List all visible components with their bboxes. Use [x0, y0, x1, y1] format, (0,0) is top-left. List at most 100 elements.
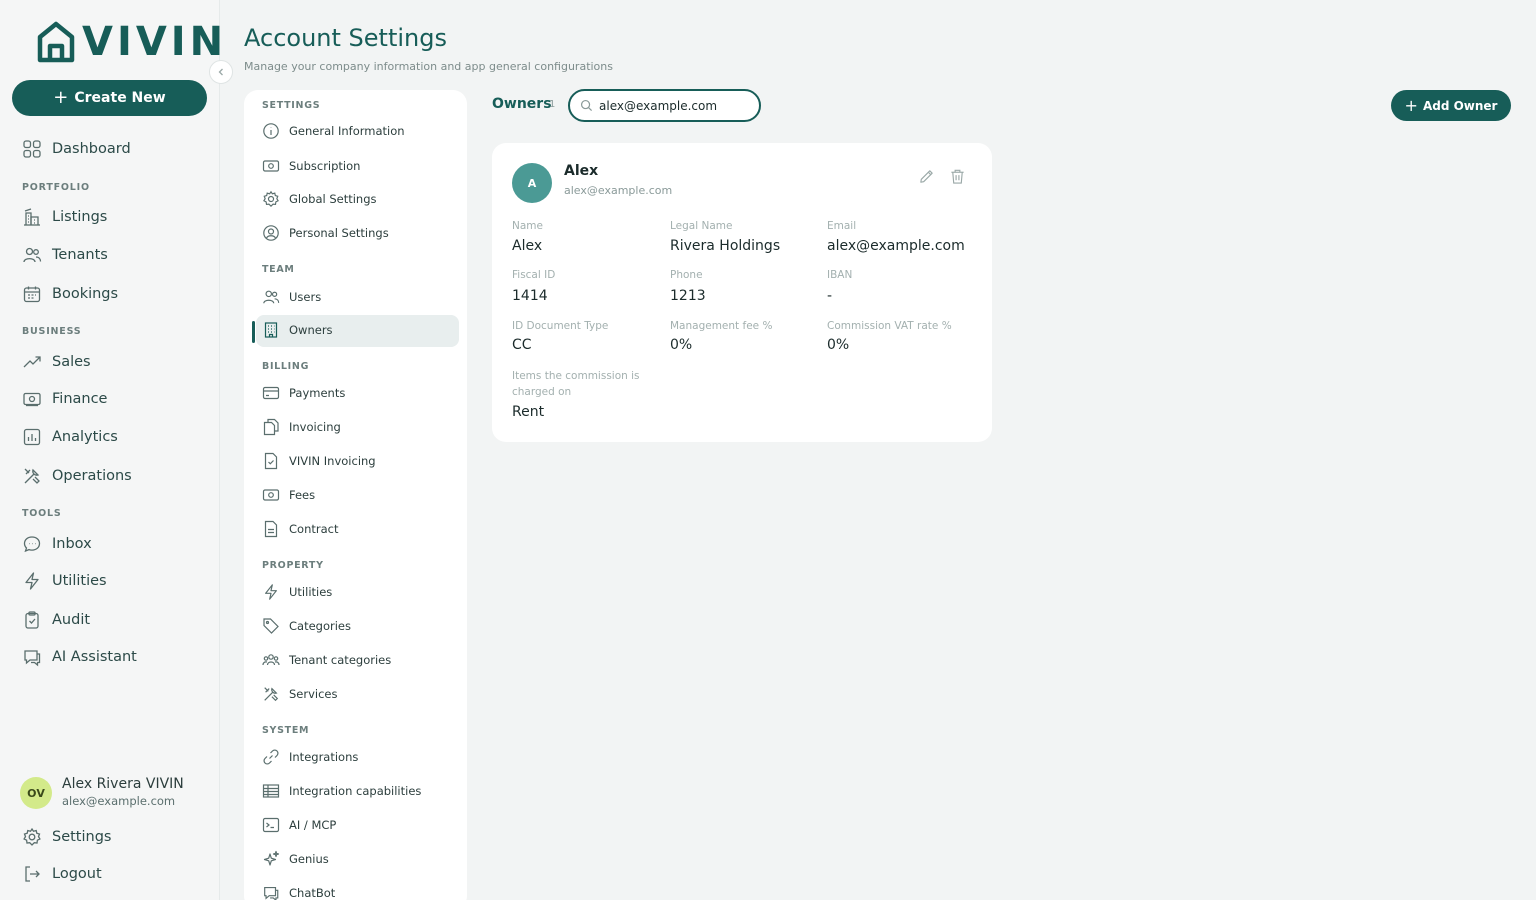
- sidebar-item-utilities[interactable]: Utilities: [22, 567, 107, 595]
- logo-text: VIVIN: [82, 19, 228, 65]
- section-business: BUSINESS: [22, 326, 82, 337]
- settings-item-subscription[interactable]: Subscription: [262, 154, 360, 178]
- settings-item-chatbot[interactable]: ChatBot: [262, 881, 335, 900]
- settings-item-label: Invoicing: [289, 420, 341, 434]
- settings-nav-panel: SETTINGS General Information Subscriptio…: [244, 90, 467, 900]
- settings-item-payments[interactable]: Payments: [262, 381, 345, 405]
- add-owner-label: Add Owner: [1422, 98, 1498, 113]
- documents-icon: [263, 418, 279, 436]
- sidebar-item-label: Listings: [52, 209, 108, 225]
- settings-item-label: Contract: [289, 522, 339, 536]
- trash-icon[interactable]: [949, 168, 966, 185]
- field-value-commission-vat: 0%: [827, 337, 850, 353]
- sidebar-item-label: Sales: [52, 354, 91, 370]
- info-icon: [263, 123, 279, 139]
- owner-name: Alex: [564, 163, 599, 179]
- owner-search[interactable]: [568, 89, 761, 122]
- sidebar-item-logout[interactable]: Logout: [22, 860, 102, 888]
- settings-item-categories[interactable]: Categories: [262, 614, 351, 638]
- sidebar-item-label: Operations: [52, 468, 132, 484]
- settings-item-contract[interactable]: Contract: [262, 517, 338, 541]
- users-icon: [263, 290, 280, 304]
- sidebar-item-operations[interactable]: Operations: [22, 462, 132, 490]
- sidebar-item-tenants[interactable]: Tenants: [22, 241, 108, 269]
- create-new-button[interactable]: + Create New: [12, 80, 207, 116]
- settings-item-label: Tenant categories: [289, 653, 392, 667]
- add-owner-button[interactable]: + Add Owner: [1391, 90, 1511, 121]
- settings-item-integrations[interactable]: Integrations: [262, 745, 358, 769]
- settings-item-label: Integrations: [289, 750, 359, 764]
- sidebar-item-audit[interactable]: Audit: [22, 606, 90, 634]
- settings-item-fees[interactable]: Fees: [262, 483, 315, 507]
- settings-item-label: Utilities: [289, 585, 333, 599]
- sidebar-item-settings[interactable]: Settings: [22, 823, 111, 851]
- gear-icon: [23, 827, 41, 846]
- settings-item-personal-settings[interactable]: Personal Settings: [262, 221, 389, 245]
- user-email: alex@example.com: [62, 794, 176, 808]
- document-icon: [264, 520, 278, 538]
- settings-item-label: Categories: [289, 619, 351, 633]
- settings-section-system: SYSTEM: [262, 725, 310, 736]
- active-item-indicator: [252, 321, 255, 343]
- chevron-left-icon: [218, 68, 223, 76]
- link-icon: [263, 749, 279, 765]
- settings-item-invoicing[interactable]: Invoicing: [262, 415, 341, 439]
- pencil-icon[interactable]: [918, 168, 935, 185]
- lightning-icon: [265, 584, 277, 600]
- banknote-icon: [262, 160, 280, 172]
- sidebar-item-listings[interactable]: Listings: [22, 203, 107, 231]
- field-value-name: Alex: [512, 238, 543, 254]
- field-value-email: alex@example.com: [827, 238, 965, 254]
- field-value-commission-items: Rent: [512, 404, 545, 420]
- field-label-commission-items: Items the commission is charged on: [512, 370, 640, 398]
- avatar: A: [512, 163, 552, 203]
- settings-item-users[interactable]: Users: [262, 285, 321, 309]
- settings-item-ai-mcp[interactable]: AI / MCP: [262, 813, 336, 837]
- settings-item-label: AI / MCP: [289, 818, 337, 832]
- settings-item-genius[interactable]: Genius: [262, 847, 329, 871]
- table-icon: [262, 784, 280, 798]
- sparkles-icon: [263, 850, 280, 866]
- field-value-fiscal-id: 1414: [512, 288, 548, 304]
- collapse-sidebar-button[interactable]: [209, 60, 233, 84]
- sidebar-item-label: Utilities: [52, 573, 107, 589]
- settings-section-property: PROPERTY: [262, 560, 324, 571]
- field-value-iban: -: [827, 288, 833, 304]
- sidebar-item-ai-assistant[interactable]: AI Assistant: [22, 643, 137, 671]
- banknote-icon: [23, 392, 41, 407]
- settings-item-owners[interactable]: Owners: [262, 318, 333, 342]
- sidebar-item-dashboard[interactable]: Dashboard: [22, 135, 131, 163]
- sidebar-item-label: Settings: [52, 829, 112, 845]
- user-profile[interactable]: ОV Alex Rivera VIVIN alex@example.com: [20, 776, 184, 810]
- user-name: Alex Rivera VIVIN: [62, 776, 184, 792]
- settings-item-global-settings[interactable]: Global Settings: [262, 187, 377, 211]
- sidebar-item-label: Analytics: [52, 429, 118, 445]
- terminal-icon: [262, 817, 280, 833]
- sidebar-item-analytics[interactable]: Analytics: [22, 423, 118, 451]
- avatar: ОV: [20, 777, 52, 809]
- sidebar-item-sales[interactable]: Sales: [22, 348, 91, 376]
- settings-item-tenant-categories[interactable]: Tenant categories: [262, 648, 391, 672]
- settings-item-label: ChatBot: [289, 886, 336, 900]
- section-tools: TOOLS: [22, 508, 62, 519]
- credit-card-icon: [262, 386, 280, 400]
- sidebar-item-finance[interactable]: Finance: [22, 385, 107, 413]
- settings-item-label: Payments: [289, 386, 346, 400]
- tools-icon: [24, 468, 40, 484]
- sidebar-item-bookings[interactable]: Bookings: [22, 280, 118, 308]
- search-input[interactable]: [599, 98, 749, 113]
- field-label-fiscal-id: Fiscal ID: [512, 269, 556, 281]
- settings-item-vivin-invoicing[interactable]: VIVIN Invoicing: [262, 449, 376, 473]
- settings-item-utilities[interactable]: Utilities: [262, 580, 332, 604]
- settings-item-general-information[interactable]: General Information: [262, 119, 405, 143]
- owners-count-badge: 1: [549, 99, 556, 110]
- vivin-logo[interactable]: VIVIN: [36, 21, 227, 63]
- grid-icon: [23, 140, 41, 158]
- banknote-icon: [262, 489, 280, 501]
- settings-item-services[interactable]: Services: [262, 682, 338, 706]
- settings-item-integration-capabilities[interactable]: Integration capabilities: [262, 779, 421, 803]
- chat-bubble-icon: [23, 536, 41, 553]
- document-check-icon: [264, 452, 278, 470]
- user-circle-icon: [263, 225, 279, 241]
- sidebar-item-inbox[interactable]: Inbox: [22, 530, 92, 558]
